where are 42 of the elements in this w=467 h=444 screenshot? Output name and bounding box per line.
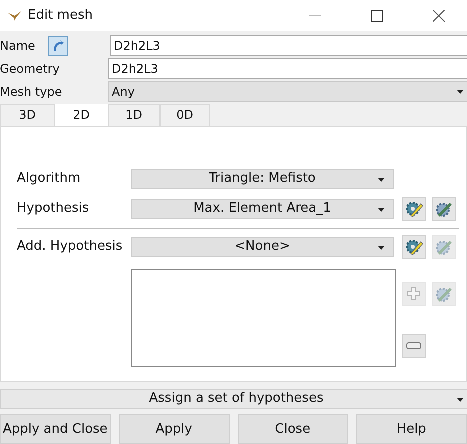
tab[interactable]: 1D bbox=[108, 104, 160, 126]
dropdown[interactable]: Max. Element Area_1 bbox=[131, 198, 394, 219]
edit-hypothesis-button[interactable] bbox=[432, 196, 456, 221]
field-label: Mesh type bbox=[0, 84, 64, 98]
create-hypothesis-button[interactable] bbox=[402, 234, 426, 259]
text-field[interactable]: D2h2L3 bbox=[110, 35, 467, 56]
create-hypothesis-button[interactable] bbox=[402, 196, 426, 221]
dropdown[interactable]: <None> bbox=[131, 236, 394, 257]
window-title: Edit mesh bbox=[28, 8, 94, 23]
arrow-icon bbox=[52, 40, 64, 52]
field-label: Geometry bbox=[0, 62, 61, 76]
mesh-icon bbox=[8, 10, 22, 20]
dialog-button[interactable]: Close bbox=[238, 414, 348, 444]
minimize-icon bbox=[309, 14, 321, 16]
tab[interactable]: 0D bbox=[160, 104, 210, 126]
dialog-button[interactable]: Apply and Close bbox=[0, 414, 111, 444]
caret-icon bbox=[378, 208, 385, 212]
hypothesis-set-dropdown[interactable]: Assign a set of hypotheses bbox=[0, 388, 467, 410]
dialog-button[interactable]: Apply bbox=[118, 414, 230, 444]
tab[interactable]: 2D bbox=[55, 104, 108, 126]
gear-pencil-icon bbox=[405, 238, 423, 256]
tab[interactable]: 3D bbox=[0, 104, 55, 126]
minus-icon bbox=[406, 342, 422, 350]
dropdown[interactable]: Triangle: Mefisto bbox=[131, 168, 394, 189]
field-label: Name bbox=[0, 38, 36, 52]
field-label: Hypothesis bbox=[17, 201, 90, 216]
gear-pencil-icon bbox=[405, 200, 423, 218]
close-icon bbox=[433, 10, 445, 22]
caret-icon bbox=[457, 90, 464, 94]
plus-icon bbox=[407, 286, 421, 301]
caret-icon bbox=[457, 398, 464, 402]
maximize-icon bbox=[371, 10, 383, 22]
dialog-button[interactable]: Help bbox=[356, 414, 467, 444]
dropdown[interactable]: Any bbox=[108, 81, 467, 102]
caret-icon bbox=[378, 246, 385, 250]
caret-icon bbox=[378, 178, 385, 182]
field-label: Add. Hypothesis bbox=[17, 239, 124, 254]
hypothesis-list[interactable] bbox=[131, 268, 396, 367]
select-button[interactable] bbox=[48, 36, 68, 56]
field-label: Algorithm bbox=[17, 171, 82, 186]
text-field[interactable]: D2h2L3 bbox=[108, 58, 467, 79]
remove-button[interactable] bbox=[402, 334, 426, 358]
